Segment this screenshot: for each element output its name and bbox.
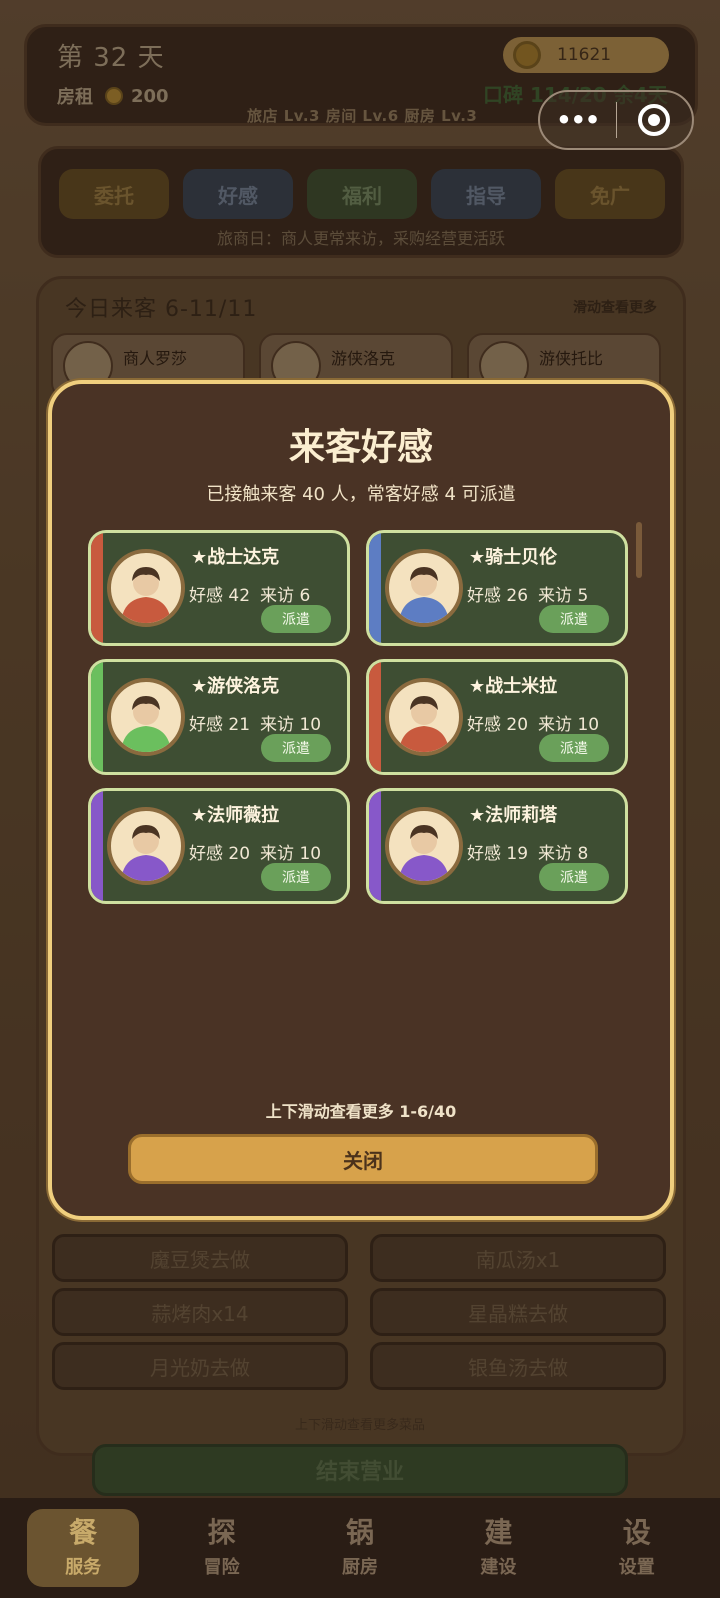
guest-affinity-card: ★游侠洛克好感 21 来访 10 派遣 — [88, 659, 350, 775]
nav-kitchen[interactable]: 锅 厨房 — [304, 1509, 416, 1587]
guest-stats: 好感 20 来访 10 — [189, 839, 321, 864]
scrollbar[interactable] — [636, 522, 642, 578]
modal-title: 来客好感 — [288, 427, 433, 468]
nav-settings[interactable]: 设 设置 — [581, 1509, 693, 1587]
guest-affinity-card: ★战士达克好感 42 来访 6 派遣 — [88, 530, 350, 646]
affinity-modal: 来客好感 已接触来客 40 人，常客好感 4 可派遣 ★战士达克好感 42 来访 … — [48, 380, 674, 1220]
miniprogram-capsule: ••• — [538, 90, 694, 150]
guest-name: ★战士米拉 — [469, 676, 558, 697]
nav-icon: 设 — [622, 1516, 651, 1549]
nav-icon: 餐 — [69, 1516, 98, 1549]
nav-label: 服务 — [65, 1557, 102, 1578]
guest-affinity-card: ★战士米拉好感 20 来访 10 派遣 — [366, 659, 628, 775]
dispatch-button[interactable]: 派遣 — [261, 863, 331, 891]
guest-name: ★骑士贝伦 — [469, 547, 558, 568]
nav-label: 冒险 — [203, 1557, 240, 1578]
guest-stats: 好感 42 来访 6 — [189, 581, 310, 606]
bottom-nav: 餐 服务 探 冒险 锅 厨房 建 建设 设 设置 — [0, 1498, 720, 1598]
guest-stats: 好感 20 来访 10 — [467, 710, 599, 735]
affinity-value: 好感 20 — [467, 715, 529, 735]
nav-adventure[interactable]: 探 冒险 — [166, 1509, 278, 1587]
affinity-value: 好感 20 — [189, 844, 251, 864]
visit-count: 来访 10 — [260, 844, 322, 864]
nav-icon: 锅 — [345, 1516, 374, 1549]
modal-subtitle: 已接触来客 40 人，常客好感 4 可派遣 — [206, 484, 516, 505]
guest-stats: 好感 21 来访 10 — [189, 710, 321, 735]
class-color-stripe — [369, 533, 381, 643]
ranger-portrait-icon — [107, 678, 185, 756]
nav-service[interactable]: 餐 服务 — [27, 1509, 140, 1587]
target-icon — [638, 104, 671, 136]
warrior-portrait-icon — [385, 678, 463, 756]
class-color-stripe — [369, 791, 381, 901]
dispatch-button[interactable]: 派遣 — [539, 863, 609, 891]
guest-name: ★法师莉塔 — [469, 805, 558, 826]
dispatch-button[interactable]: 派遣 — [261, 605, 331, 633]
close-miniprogram-button[interactable] — [617, 104, 693, 136]
guest-name: ★游侠洛克 — [191, 676, 280, 697]
guest-stats: 好感 26 来访 5 — [467, 581, 588, 606]
guest-name: ★法师薇拉 — [191, 805, 280, 826]
guest-name: ★战士达克 — [191, 547, 280, 568]
affinity-value: 好感 19 — [467, 844, 529, 864]
affinity-value: 好感 26 — [467, 586, 529, 606]
nav-icon: 探 — [207, 1516, 236, 1549]
mage-portrait-icon — [385, 807, 463, 885]
guest-affinity-card: ★法师莉塔好感 19 来访 8 派遣 — [366, 788, 628, 904]
nav-label: 厨房 — [341, 1557, 378, 1578]
affinity-value: 好感 21 — [189, 715, 251, 735]
visit-count: 来访 8 — [538, 844, 589, 864]
guest-affinity-card: ★骑士贝伦好感 26 来访 5 派遣 — [366, 530, 628, 646]
mage-portrait-icon — [107, 807, 185, 885]
class-color-stripe — [91, 533, 103, 643]
visit-count: 来访 6 — [260, 586, 311, 606]
knight-portrait-icon — [385, 549, 463, 627]
dispatch-button[interactable]: 派遣 — [539, 734, 609, 762]
nav-label: 设置 — [618, 1557, 655, 1578]
warrior-portrait-icon — [107, 549, 185, 627]
affinity-value: 好感 42 — [189, 586, 251, 606]
visit-count: 来访 10 — [260, 715, 322, 735]
class-color-stripe — [91, 662, 103, 772]
modal-page-indicator: 上下滑动查看更多 1-6/40 — [265, 1102, 457, 1121]
class-color-stripe — [369, 662, 381, 772]
visit-count: 来访 10 — [538, 715, 600, 735]
more-menu-button[interactable]: ••• — [540, 106, 616, 134]
dispatch-button[interactable]: 派遣 — [539, 605, 609, 633]
visit-count: 来访 5 — [538, 586, 589, 606]
nav-icon: 建 — [484, 1516, 513, 1549]
guest-stats: 好感 19 来访 8 — [467, 839, 588, 864]
guest-affinity-card: ★法师薇拉好感 20 来访 10 派遣 — [88, 788, 350, 904]
close-button[interactable]: 关闭 — [128, 1134, 598, 1184]
nav-label: 建设 — [480, 1557, 517, 1578]
nav-build[interactable]: 建 建设 — [442, 1509, 554, 1587]
class-color-stripe — [91, 791, 103, 901]
dispatch-button[interactable]: 派遣 — [261, 734, 331, 762]
